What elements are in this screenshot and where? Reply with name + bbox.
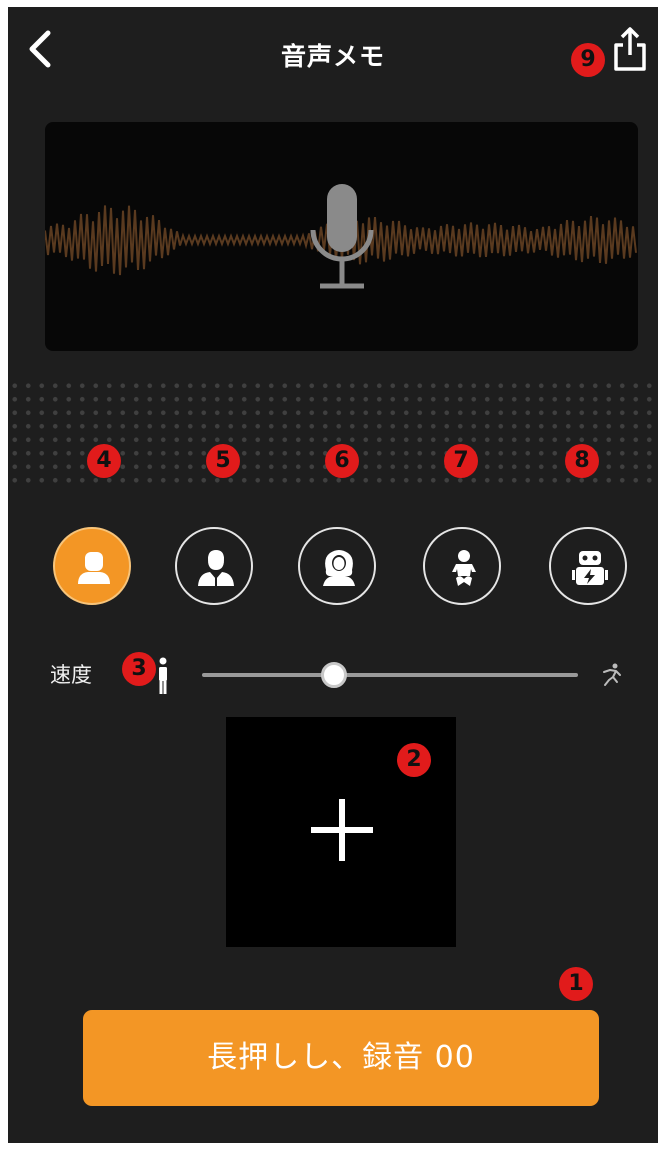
annotation-badge-7: 7 <box>444 444 478 478</box>
annotation-badge-4: 4 <box>87 444 121 478</box>
voice-option-person[interactable] <box>53 527 131 605</box>
page-title: 音声メモ <box>280 42 385 71</box>
voice-memo-screen: 音声メモ 9 4 5 6 7 8 速度 3 2 1 長押しし、録音 00 <box>8 7 658 1143</box>
annotation-badge-3: 3 <box>122 652 156 686</box>
voice-option-man[interactable] <box>175 527 253 605</box>
man-icon <box>198 550 234 586</box>
speed-slider[interactable] <box>202 673 578 677</box>
voice-option-woman[interactable] <box>298 527 376 605</box>
annotation-badge-6: 6 <box>325 444 359 478</box>
person-icon <box>78 552 110 584</box>
voice-selector <box>8 527 658 613</box>
record-button[interactable]: 長押しし、録音 00 <box>83 1010 599 1106</box>
speed-label: 速度 <box>50 663 92 687</box>
woman-icon <box>323 550 355 586</box>
voice-option-robot[interactable] <box>549 527 627 605</box>
annotation-badge-2: 2 <box>397 743 431 777</box>
share-icon <box>614 27 646 71</box>
waveform-graphic <box>45 184 637 289</box>
voice-option-baby[interactable] <box>423 527 501 605</box>
header: 音声メモ 9 <box>8 7 658 97</box>
speed-slider-thumb[interactable] <box>320 662 347 688</box>
annotation-badge-5: 5 <box>206 444 240 478</box>
annotation-badge-9: 9 <box>571 43 605 77</box>
walking-person-icon <box>159 657 167 694</box>
share-button[interactable] <box>610 25 650 73</box>
baby-icon <box>452 550 476 586</box>
running-person-icon <box>603 663 621 686</box>
robot-icon <box>572 551 608 585</box>
annotation-badge-8: 8 <box>565 444 599 478</box>
annotation-badge-1: 1 <box>559 967 593 1001</box>
waveform-preview <box>45 122 638 351</box>
